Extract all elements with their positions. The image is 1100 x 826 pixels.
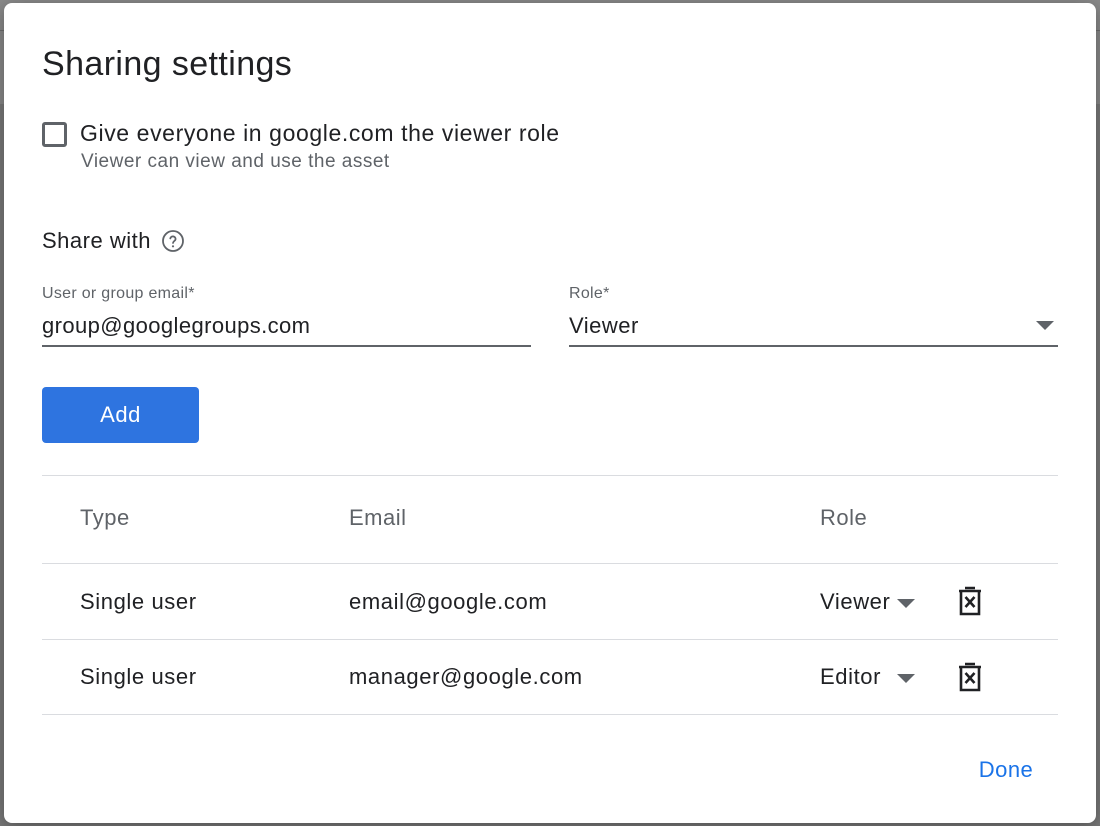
table-row-role-value: Viewer: [820, 589, 891, 614]
table-top-divider: [42, 475, 1058, 476]
role-select-value: Viewer: [569, 313, 639, 338]
dropdown-arrow-icon: [897, 599, 915, 608]
column-header-type: Type: [80, 505, 130, 530]
email-input[interactable]: [42, 307, 531, 347]
add-button[interactable]: Add: [42, 387, 199, 443]
table-header-divider: [42, 563, 1058, 564]
table-row-role-dropdown[interactable]: Editor: [820, 664, 916, 694]
dropdown-arrow-icon: [1036, 321, 1054, 330]
table-bottom-divider: [42, 714, 1058, 715]
help-circle-icon[interactable]: [161, 229, 185, 253]
dialog-title: Sharing settings: [42, 45, 293, 83]
delete-icon[interactable]: [956, 661, 984, 693]
domain-viewer-checkbox-description: Viewer can view and use the asset: [81, 151, 390, 172]
table-row-role-value: Editor: [820, 664, 882, 689]
role-field-label: Role*: [569, 285, 610, 302]
delete-icon[interactable]: [956, 585, 984, 617]
done-button[interactable]: Done: [966, 748, 1046, 792]
domain-viewer-checkbox[interactable]: [42, 122, 67, 147]
table-row-type: Single user: [80, 589, 197, 614]
table-row-role-dropdown[interactable]: Viewer: [820, 589, 916, 619]
dropdown-arrow-icon: [897, 674, 915, 683]
share-with-heading: Share with: [42, 228, 151, 253]
table-row-email: email@google.com: [349, 589, 548, 614]
email-field-label: User or group email*: [42, 285, 195, 302]
sharing-settings-dialog: Sharing settings Give everyone in google…: [4, 3, 1096, 823]
column-header-email: Email: [349, 505, 407, 530]
column-header-role: Role: [820, 505, 868, 530]
role-select[interactable]: Viewer: [569, 307, 1058, 347]
domain-viewer-checkbox-label[interactable]: Give everyone in google.com the viewer r…: [80, 120, 560, 147]
table-row-type: Single user: [80, 664, 197, 689]
table-row-divider: [42, 639, 1058, 640]
table-row-email: manager@google.com: [349, 664, 583, 689]
